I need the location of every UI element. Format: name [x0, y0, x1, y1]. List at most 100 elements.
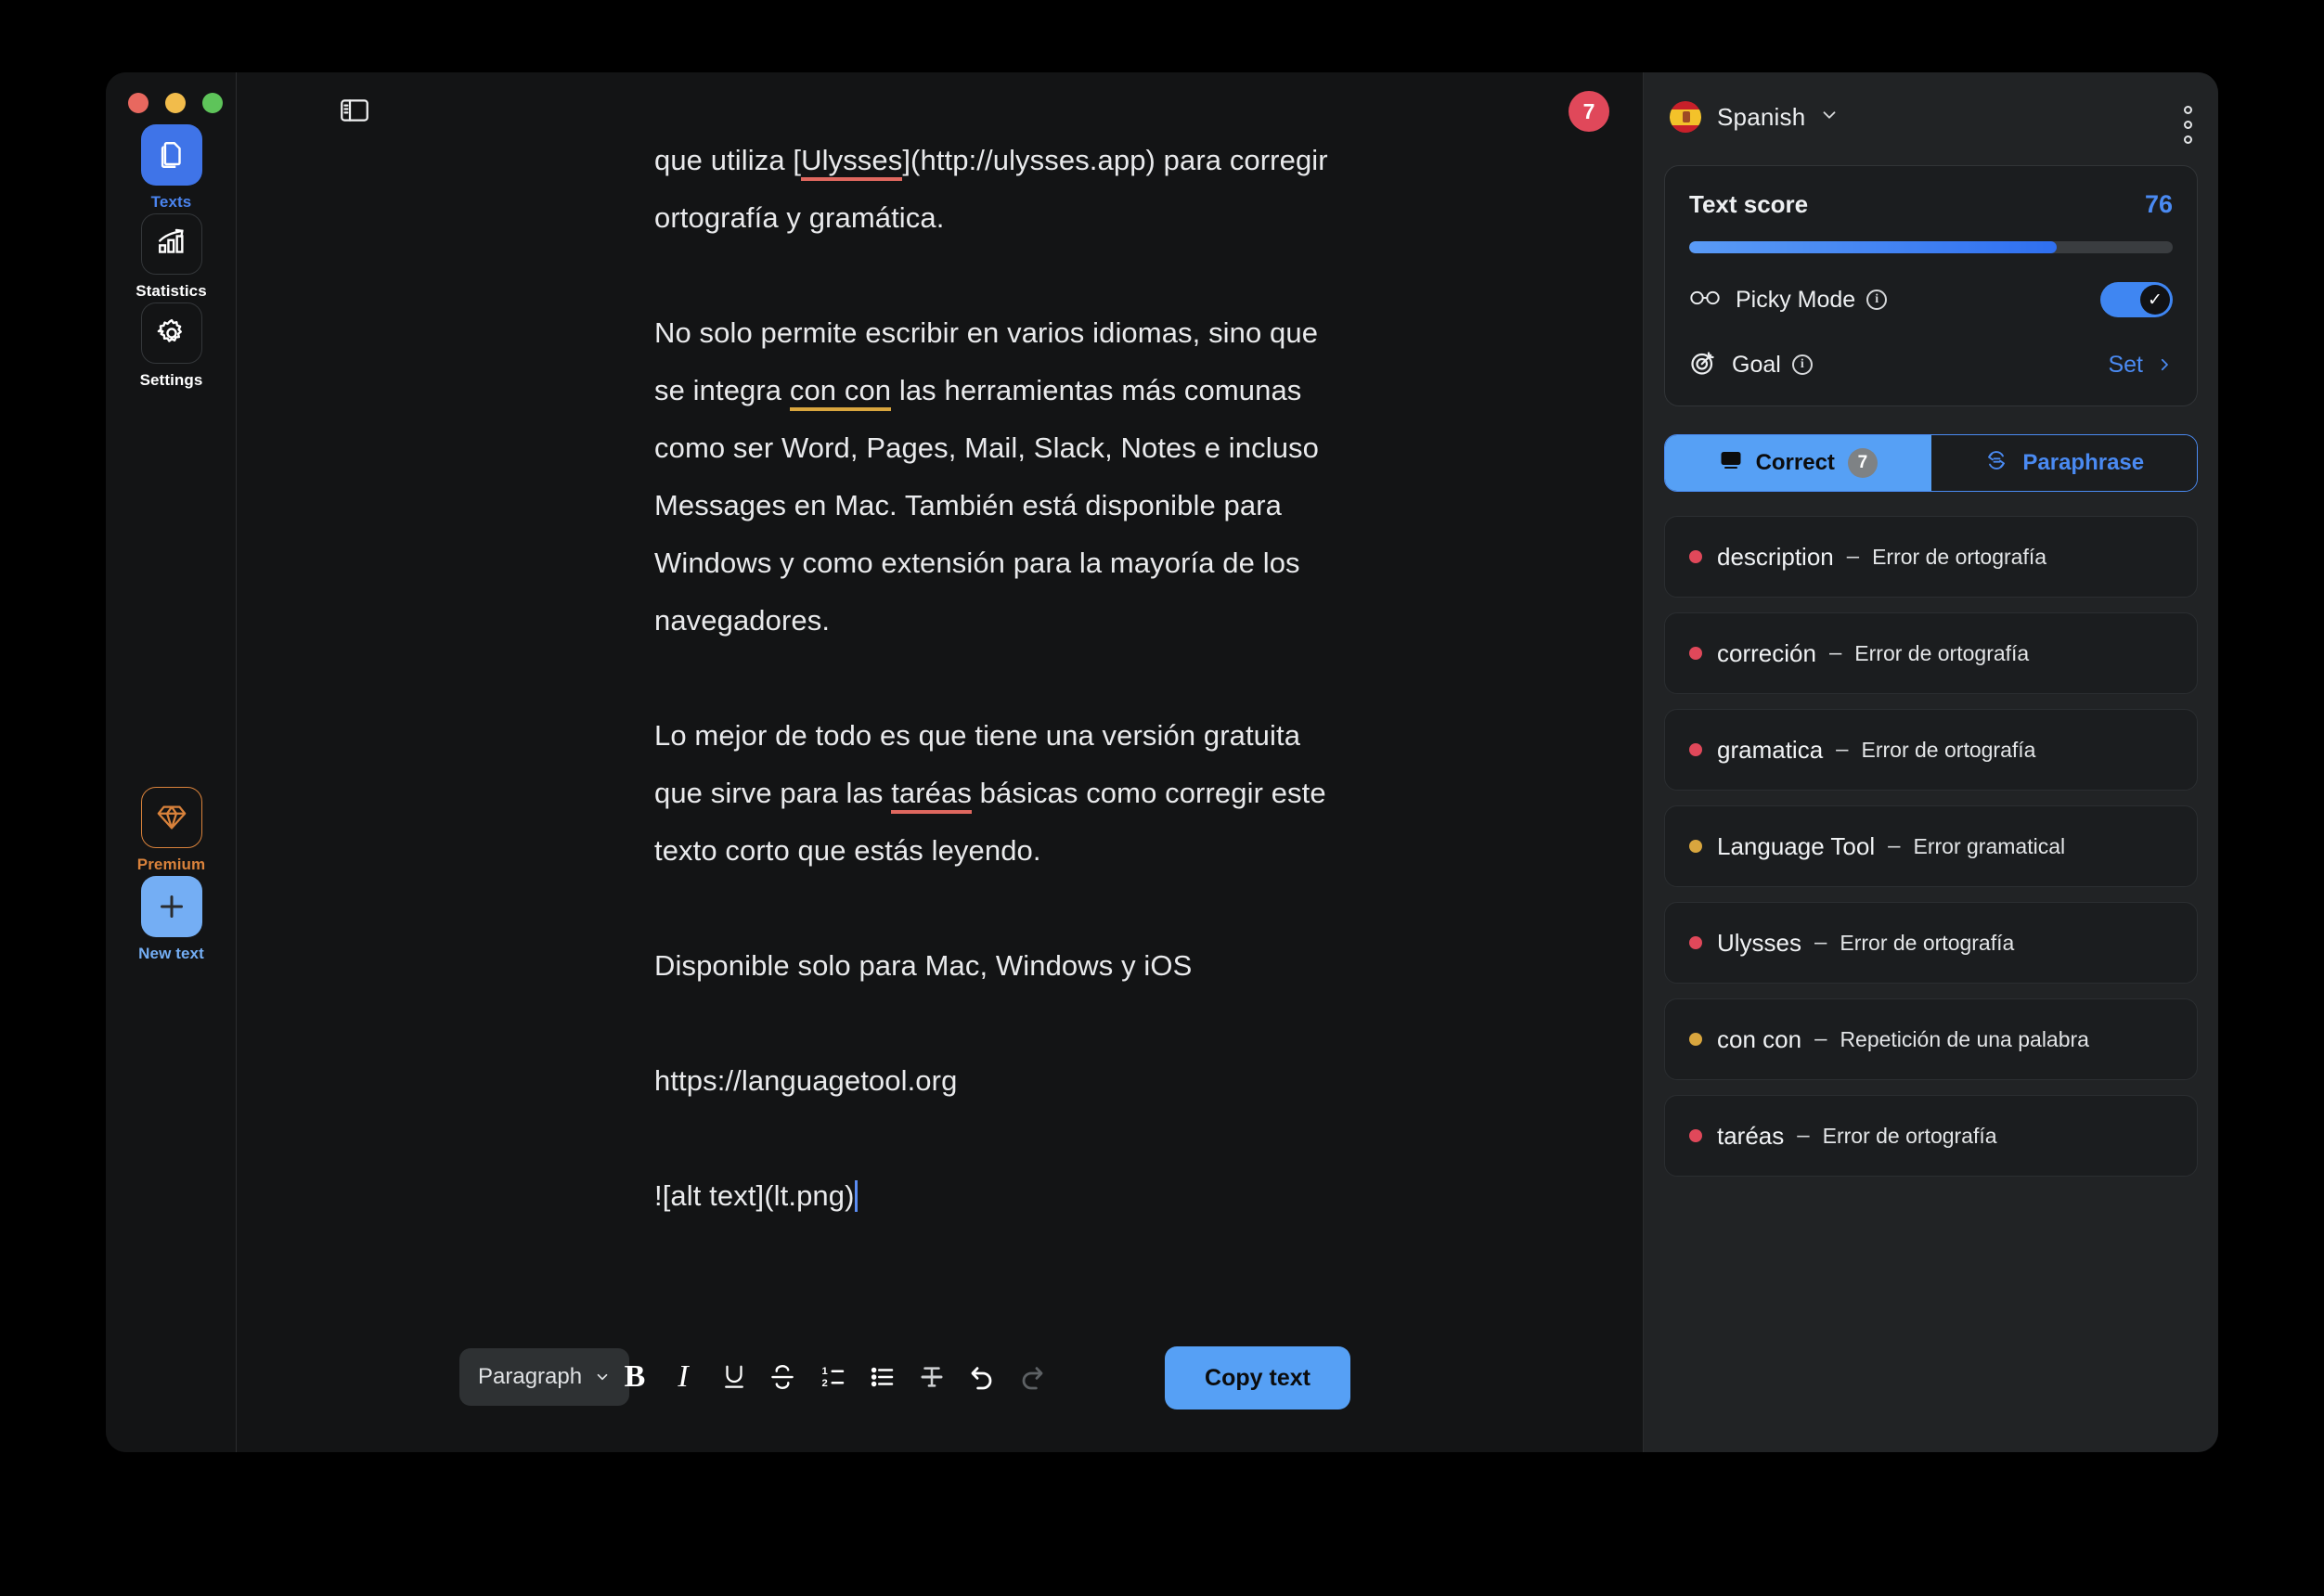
picky-mode-label: Picky Mode: [1736, 287, 1855, 314]
issue-word: gramatica: [1717, 736, 1823, 765]
window-controls: [128, 93, 223, 113]
spelling-error-mark[interactable]: taréas: [891, 777, 972, 814]
chart-icon: [141, 213, 202, 275]
sidebar-item-statistics[interactable]: Statistics: [106, 213, 237, 301]
svg-text:2: 2: [822, 1378, 828, 1389]
document-text-run: https://languagetool.org: [654, 1064, 957, 1097]
editor-topbar: 7: [237, 72, 1643, 145]
clear-format-icon[interactable]: [903, 1348, 961, 1406]
tab-paraphrase-label: Paraphrase: [2022, 450, 2144, 476]
language-label: Spanish: [1717, 103, 1805, 132]
issue-type: Error de ortografía: [1823, 1124, 1997, 1149]
document-scroll-area[interactable]: que utiliza [Ulysses](http://ulysses.app…: [237, 145, 1643, 1304]
goal-row[interactable]: Goal i Set: [1689, 346, 2173, 383]
format-toolbar: Paragraph B I 1 2: [237, 1304, 1643, 1452]
paraphrase-icon: [1983, 449, 2009, 478]
gear-icon: [141, 302, 202, 364]
sidebar-item-texts[interactable]: Texts: [106, 124, 237, 212]
svg-text:1: 1: [822, 1366, 828, 1377]
italic-icon[interactable]: I: [654, 1348, 712, 1406]
more-vertical-icon[interactable]: [2184, 106, 2192, 144]
info-icon[interactable]: i: [1792, 354, 1813, 375]
issue-separator: –: [1814, 1026, 1827, 1052]
text-score-value: 76: [2145, 190, 2173, 219]
documents-icon: [141, 124, 202, 186]
tab-correct-label: Correct: [1756, 450, 1835, 476]
severity-dot-icon: [1689, 1129, 1702, 1142]
sidebar-item-settings[interactable]: Settings: [106, 302, 237, 390]
paragraph-style-select[interactable]: Paragraph: [459, 1348, 629, 1406]
severity-dot-icon: [1689, 550, 1702, 563]
issue-type: Repetición de una palabra: [1840, 1027, 2089, 1052]
glasses-icon: [1689, 288, 1721, 313]
target-icon: [1689, 349, 1717, 381]
document-paragraph[interactable]: Lo mejor de todo es que tiene una versió…: [654, 707, 1471, 880]
tab-correct[interactable]: Correct 7: [1665, 435, 1931, 491]
text-score-card: Text score 76 Picky Mode i ✓: [1664, 165, 2198, 406]
minimize-window-button[interactable]: [165, 93, 186, 113]
issue-type: Error de ortografía: [1840, 931, 2014, 956]
document-paragraph[interactable]: ![alt text](lt.png): [654, 1167, 1471, 1225]
assistant-panel: Spanish Text score 76 Pick: [1643, 72, 2218, 1452]
info-icon[interactable]: i: [1866, 290, 1887, 310]
sidebar-label-premium: Premium: [137, 856, 205, 874]
issue-item[interactable]: Ulysses–Error de ortografía: [1664, 902, 2198, 984]
issue-type: Error de ortografía: [1872, 545, 2046, 570]
document-text[interactable]: que utiliza [Ulysses](http://ulysses.app…: [654, 145, 1471, 1225]
issue-word: taréas: [1717, 1122, 1784, 1151]
goal-set-button[interactable]: Set: [2108, 352, 2173, 379]
strikethrough-icon[interactable]: [754, 1348, 811, 1406]
document-text-run: Disponible solo para Mac, Windows y iOS: [654, 949, 1192, 982]
panel-toggle-icon[interactable]: [335, 95, 374, 126]
left-sidebar: Texts Statistics Settings: [106, 72, 237, 1452]
chevron-right-icon: [2156, 356, 2173, 373]
plus-icon: [141, 876, 202, 937]
text-score-label: Text score: [1689, 190, 1808, 219]
issue-item[interactable]: gramatica–Error de ortografía: [1664, 709, 2198, 791]
sidebar-label-statistics: Statistics: [136, 282, 207, 301]
document-paragraph[interactable]: Disponible solo para Mac, Windows y iOS: [654, 937, 1471, 995]
monitor-icon: [1719, 449, 1743, 478]
panel-tabs: Correct 7 Paraphrase: [1664, 434, 2198, 492]
issue-item[interactable]: con con–Repetición de una palabra: [1664, 998, 2198, 1080]
issue-word: description: [1717, 543, 1834, 572]
text-score-progress: [1689, 241, 2173, 253]
document-text-run: las herramientas más comunas como ser Wo…: [654, 374, 1319, 637]
document-paragraph[interactable]: https://languagetool.org: [654, 1052, 1471, 1110]
copy-text-button[interactable]: Copy text: [1165, 1346, 1350, 1409]
redo-icon[interactable]: [1002, 1348, 1060, 1406]
language-selector[interactable]: Spanish: [1664, 72, 2198, 161]
issue-item[interactable]: description–Error de ortografía: [1664, 516, 2198, 598]
issue-separator: –: [1888, 833, 1900, 859]
issue-type: Error de ortografía: [1854, 641, 2029, 666]
issue-item[interactable]: Language Tool–Error gramatical: [1664, 805, 2198, 887]
text-score-progress-fill: [1689, 241, 2057, 253]
sidebar-label-texts: Texts: [151, 193, 192, 212]
document-text-run: ![alt text](lt.png): [654, 1179, 855, 1212]
picky-mode-row[interactable]: Picky Mode i ✓: [1689, 281, 2173, 318]
maximize-window-button[interactable]: [202, 93, 223, 113]
issue-word: correción: [1717, 639, 1816, 668]
tab-paraphrase[interactable]: Paraphrase: [1931, 435, 2198, 491]
picky-mode-toggle[interactable]: ✓: [2100, 282, 2173, 317]
issue-type: Error de ortografía: [1862, 738, 2036, 763]
issue-item[interactable]: correción–Error de ortografía: [1664, 612, 2198, 694]
issue-word: con con: [1717, 1025, 1801, 1054]
issue-count-badge[interactable]: 7: [1569, 91, 1609, 132]
issue-list: description–Error de ortografíacorreción…: [1664, 516, 2198, 1177]
grammar-error-mark[interactable]: con con: [790, 374, 891, 411]
sidebar-item-premium[interactable]: Premium: [106, 787, 237, 874]
chevron-down-icon: [1819, 105, 1840, 130]
severity-dot-icon: [1689, 647, 1702, 660]
sidebar-item-new-text[interactable]: New text: [106, 876, 237, 963]
spelling-error-mark[interactable]: Ulysses: [801, 145, 902, 181]
document-paragraph[interactable]: que utiliza [Ulysses](http://ulysses.app…: [654, 145, 1471, 247]
goal-set-label: Set: [2108, 352, 2143, 379]
document-paragraph[interactable]: No solo permite escribir en varios idiom…: [654, 304, 1471, 650]
sidebar-label-new-text: New text: [138, 945, 204, 963]
issue-separator: –: [1814, 930, 1827, 956]
issue-separator: –: [1829, 640, 1841, 666]
issue-item[interactable]: taréas–Error de ortografía: [1664, 1095, 2198, 1177]
severity-dot-icon: [1689, 1033, 1702, 1046]
close-window-button[interactable]: [128, 93, 148, 113]
